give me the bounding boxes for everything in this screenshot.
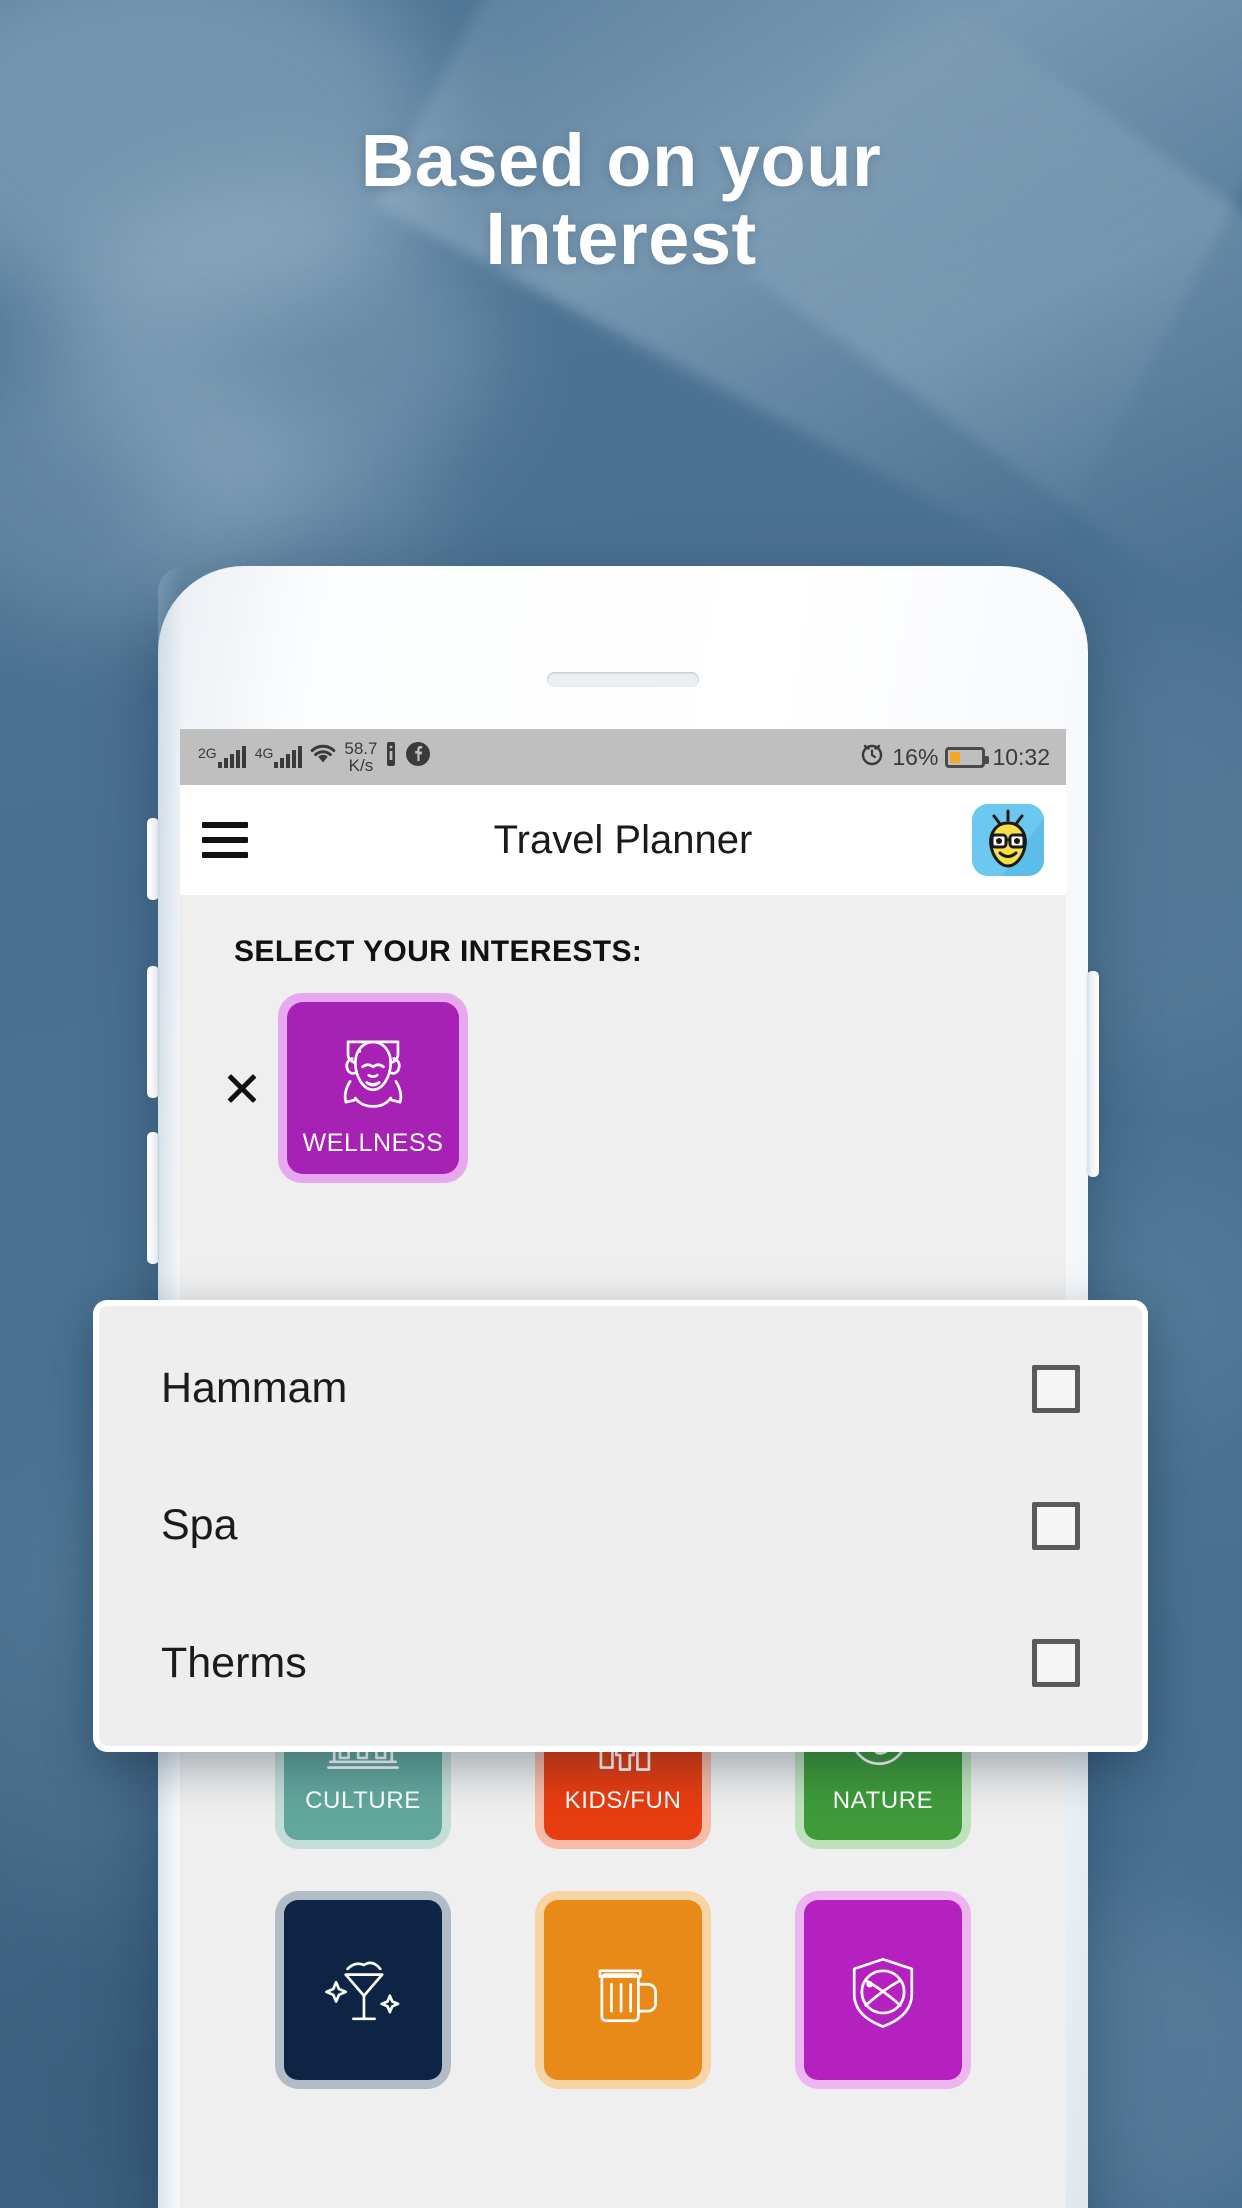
network-speed-indicator: 58.7 K/s xyxy=(344,740,377,774)
wifi-icon xyxy=(309,742,337,772)
hero-headline: Based on your Interest xyxy=(0,119,1242,281)
dialog-option-checkbox[interactable] xyxy=(1032,1364,1080,1413)
interest-tile[interactable] xyxy=(284,1900,442,2080)
dialog-option-label: Hammam xyxy=(161,1364,348,1413)
close-x-icon[interactable] xyxy=(220,1066,264,1110)
spa-face-icon xyxy=(343,1040,403,1108)
hero-line-1: Based on your xyxy=(360,119,882,202)
light-streak xyxy=(374,0,1242,561)
network-speed-unit: K/s xyxy=(348,756,374,775)
hero-line-2: Interest xyxy=(485,197,757,281)
interest-tile-label: CULTURE xyxy=(305,1787,421,1814)
dialog-option-row[interactable]: Spa xyxy=(99,1501,1142,1550)
battery-fill xyxy=(950,751,961,763)
dialog-option-row[interactable]: Hammam xyxy=(99,1364,1142,1413)
dialog-option-checkbox[interactable] xyxy=(1032,1639,1080,1688)
app-bar: Travel Planner xyxy=(180,785,1066,895)
interest-tile-halo xyxy=(275,1891,451,2089)
sport-ball-shield-icon xyxy=(852,1957,914,2028)
interest-tile-halo xyxy=(795,1891,971,2089)
phone-side-button-volume-down[interactable] xyxy=(147,1132,159,1264)
beer-mug-icon xyxy=(598,1969,657,2023)
screenshot-root: Based on your Interest 2G 4G 58.7 K/s 16… xyxy=(0,0,1242,2208)
selected-interest-row: WELLNESS xyxy=(180,969,1066,1183)
battery-percent-label: 16% xyxy=(892,743,939,770)
status-bar-clock: 10:32 xyxy=(992,743,1050,770)
section-label-interests: SELECT YOUR INTERESTS: xyxy=(234,935,643,968)
interest-tile[interactable] xyxy=(804,1900,962,2080)
interest-tiles-row-2 xyxy=(180,1891,1066,2089)
alarm-icon xyxy=(859,741,885,773)
signal-4g-icon: 4G xyxy=(253,746,303,768)
dialog-option-label: Therms xyxy=(161,1638,307,1687)
interest-tile-label: WELLNESS xyxy=(302,1128,444,1157)
phone-side-button-silent[interactable] xyxy=(147,818,159,900)
dialog-option-row[interactable]: Therms xyxy=(99,1639,1142,1688)
interest-tile-halo xyxy=(535,1891,711,2089)
signal-2g-icon: 2G xyxy=(196,746,246,768)
phone-side-button-power[interactable] xyxy=(1087,971,1099,1177)
interest-tile-wellness[interactable]: WELLNESS xyxy=(287,1002,459,1174)
bee-mascot-avatar-icon[interactable] xyxy=(972,804,1044,876)
vibrate-icon xyxy=(384,741,398,773)
light-streak xyxy=(717,0,1242,604)
interest-tile-label: KIDS/FUN xyxy=(564,1787,682,1814)
wellness-tile-halo: WELLNESS xyxy=(278,993,468,1183)
dialog-option-list: Hammam Spa Therms xyxy=(99,1306,1142,1746)
interest-tile[interactable] xyxy=(544,1900,702,2080)
dialog-option-label: Spa xyxy=(161,1501,238,1550)
nightlife-cocktail-icon xyxy=(325,1961,400,2021)
facebook-icon xyxy=(405,741,431,773)
hamburger-menu-icon[interactable] xyxy=(202,822,248,858)
signal-2g-label: 2G xyxy=(198,745,217,761)
page-title: Travel Planner xyxy=(493,817,753,862)
signal-4g-label: 4G xyxy=(254,745,274,761)
phone-earpiece-speaker xyxy=(547,672,699,687)
status-bar: 2G 4G 58.7 K/s 16% 10:32 xyxy=(180,729,1066,785)
interest-tile-label: NATURE xyxy=(832,1787,934,1814)
battery-icon xyxy=(945,746,990,768)
dialog-option-checkbox[interactable] xyxy=(1032,1501,1080,1550)
phone-side-button-volume-up[interactable] xyxy=(147,966,159,1098)
interest-options-dialog: Hammam Spa Therms xyxy=(93,1300,1148,1752)
